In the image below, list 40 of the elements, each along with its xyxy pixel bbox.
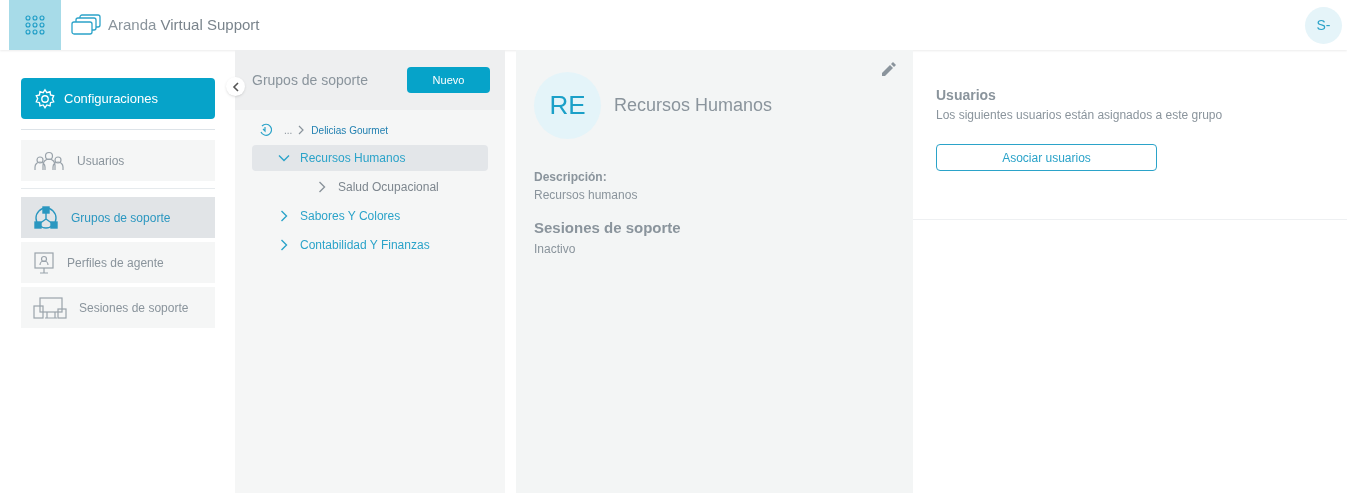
- app-title: Aranda Virtual Support: [108, 14, 260, 35]
- sidebar-item[interactable]: Sesiones de soporte: [21, 287, 215, 328]
- settings-icon: [34, 87, 56, 110]
- sessions-label: Sesiones de soporte: [534, 218, 682, 238]
- user-avatar[interactable]: S-: [1305, 6, 1342, 44]
- sessions-value: Inactivo: [534, 240, 577, 258]
- back-icon[interactable]: [258, 123, 272, 137]
- tree-item[interactable]: Recursos Humanos: [252, 145, 488, 171]
- users-icon: [33, 149, 65, 172]
- chevron-right-icon[interactable]: [316, 181, 328, 193]
- breadcrumb-link[interactable]: Delicias Gourmet: [311, 122, 389, 138]
- users-title: Usuarios: [936, 86, 997, 105]
- tree-item[interactable]: Sabores Y Colores: [252, 203, 488, 229]
- sidebar-item[interactable]: Grupos de soporte: [21, 197, 215, 238]
- breadcrumb-ellipsis[interactable]: ...: [284, 122, 293, 138]
- grid-icon: [25, 15, 45, 35]
- monitor-icon: [33, 250, 55, 275]
- new-button[interactable]: Nuevo: [407, 67, 490, 93]
- settings-button[interactable]: Configuraciones: [21, 78, 215, 119]
- group-icon: [33, 204, 59, 231]
- edit-icon[interactable]: [879, 60, 897, 78]
- apps-button[interactable]: [9, 0, 61, 50]
- tree-item[interactable]: Salud Ocupacional: [252, 174, 488, 200]
- tree-item[interactable]: Contabilidad Y Finanzas: [252, 232, 488, 258]
- sidebar-item[interactable]: Usuarios: [21, 140, 215, 181]
- chevron-right-icon[interactable]: [278, 210, 290, 222]
- description-value: Recursos humanos: [534, 187, 639, 204]
- group-name: Recursos Humanos: [614, 94, 773, 117]
- devices-icon: [33, 296, 67, 319]
- sidebar-item[interactable]: Perfiles de agente: [21, 242, 215, 283]
- associate-users-button[interactable]: Asociar usuarios: [936, 144, 1157, 171]
- group-avatar: RE: [534, 72, 601, 139]
- chevron-right-icon[interactable]: [278, 239, 290, 251]
- panel-title: Grupos de soporte: [252, 70, 368, 90]
- chevron-left-icon: [231, 81, 240, 92]
- chevron-down-icon[interactable]: [278, 152, 290, 164]
- chevron-right-icon: [298, 125, 306, 135]
- users-subtitle: Los siguientes usuarios están asignados a este grupo: [936, 107, 1224, 124]
- logo-icon: [71, 14, 101, 36]
- description-label: Descripción:: [534, 169, 608, 186]
